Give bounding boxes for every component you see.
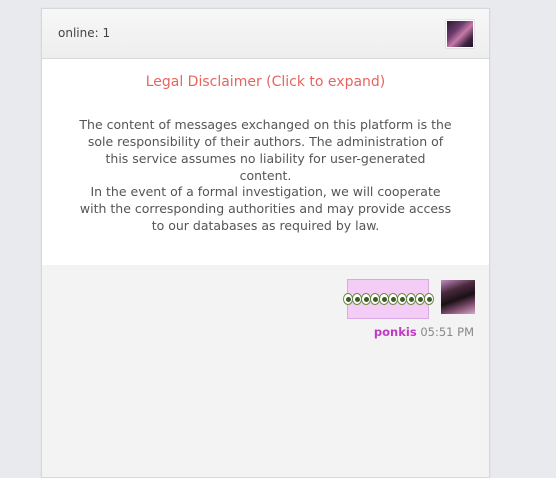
chat-panel: online: 1 Legal Disclaimer (Click to exp…	[41, 8, 490, 478]
message-meta: ponkis 05:51 PM	[374, 325, 474, 339]
eye-icon	[424, 293, 434, 305]
legal-disclaimer: Legal Disclaimer (Click to expand) The c…	[42, 59, 489, 265]
chat-header: online: 1	[42, 9, 489, 59]
online-count: online: 1	[58, 26, 111, 40]
message-bubble[interactable]	[343, 279, 434, 319]
message-time: 05:51 PM	[420, 325, 474, 339]
message-username[interactable]: ponkis	[374, 325, 417, 339]
eyes-emoji-icon	[343, 293, 434, 305]
user-avatar-icon[interactable]	[446, 20, 474, 48]
disclaimer-paragraph: In the event of a formal investigation, …	[79, 184, 452, 233]
disclaimer-title-link[interactable]: Legal Disclaimer (Click to expand)	[42, 74, 489, 90]
message-avatar[interactable]	[441, 280, 475, 314]
disclaimer-paragraph: The content of messages exchanged on thi…	[79, 117, 452, 183]
